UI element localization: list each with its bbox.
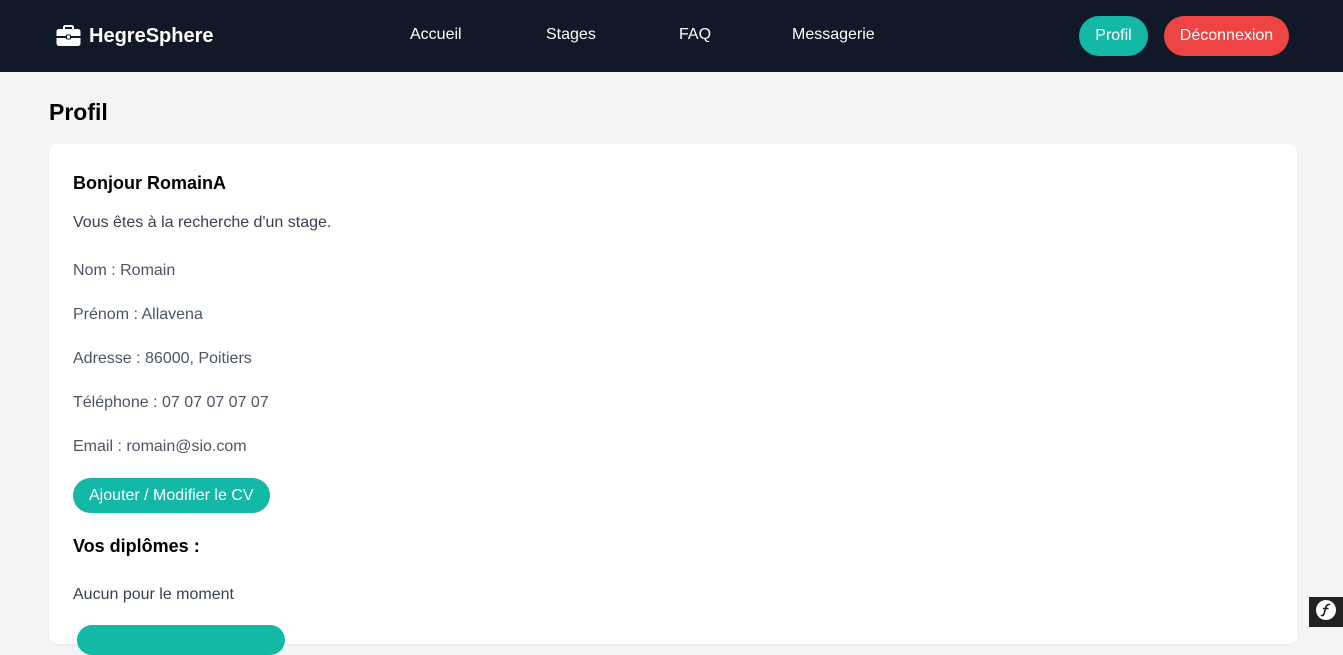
briefcase-icon (56, 25, 81, 47)
adresse-field: Adresse : 86000, Poitiers (73, 350, 252, 367)
profil-button[interactable]: Profil (1079, 16, 1148, 56)
nav-messagerie[interactable]: Messagerie (792, 24, 875, 46)
telephone-field: Téléphone : 07 07 07 07 07 (73, 394, 269, 411)
profile-card: Bonjour RomainA Vous êtes à la recherche… (49, 144, 1297, 655)
symfony-icon (1315, 599, 1337, 626)
diplomes-empty-text: Aucun pour le moment (73, 586, 234, 603)
top-navbar: HegreSphere Accueil Stages FAQ Messageri… (0, 0, 1343, 72)
nav-accueil[interactable]: Accueil (410, 24, 462, 46)
cv-button[interactable]: Ajouter / Modifier le CV (73, 478, 270, 513)
email-field: Email : romain@sio.com (73, 438, 247, 455)
nav-stages[interactable]: Stages (546, 24, 596, 46)
logout-button[interactable]: Déconnexion (1164, 16, 1289, 56)
prenom-field: Prénom : Allavena (73, 306, 203, 323)
diplomes-heading: Vos diplômes : (73, 536, 200, 556)
nom-field: Nom : Romain (73, 262, 176, 279)
page-title: Profil (49, 99, 108, 125)
nav-faq[interactable]: FAQ (679, 24, 711, 46)
brand-logo[interactable]: HegreSphere (56, 22, 214, 50)
greeting-heading: Bonjour RomainA (73, 173, 226, 193)
add-diplome-button[interactable] (77, 625, 285, 655)
brand-name: HegreSphere (89, 24, 214, 47)
status-text: Vous êtes à la recherche d'un stage. (73, 214, 332, 231)
symfony-toolbar-toggle[interactable] (1309, 597, 1343, 627)
